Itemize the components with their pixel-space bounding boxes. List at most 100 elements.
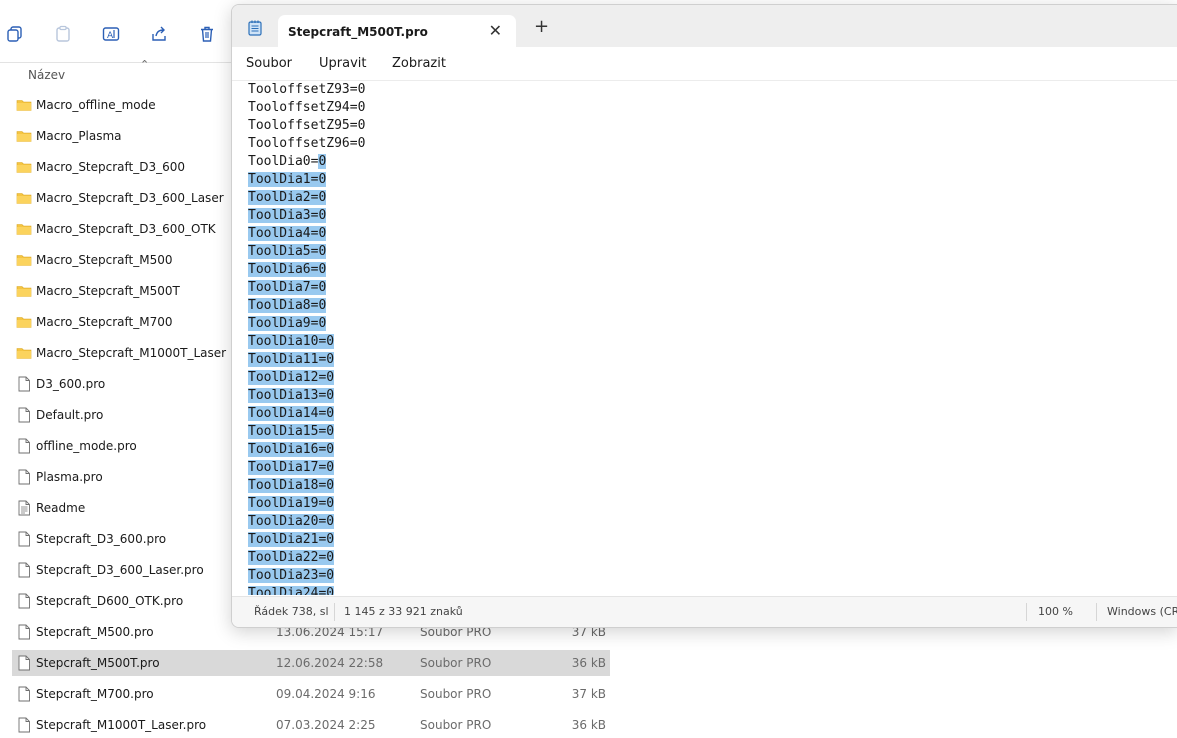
item-name: Stepcraft_M700.pro [36, 687, 154, 701]
item-name: Macro_offline_mode [36, 98, 156, 112]
line-text: ToolоffsetZ94=0 [248, 100, 366, 115]
notepad-window: Stepcraft_M500T.pro ✕ + Soubor Upravit Z… [231, 4, 1177, 628]
delete-icon[interactable] [195, 22, 219, 46]
status-selection-count: 1 145 z 33 921 znaků [344, 605, 463, 618]
paste-icon[interactable] [51, 22, 75, 46]
status-zoom[interactable]: 100 % [1038, 605, 1073, 618]
editor-line: ToolDia9=0 [248, 315, 365, 333]
close-tab-icon[interactable]: ✕ [489, 21, 502, 40]
item-size: 37 kB [571, 687, 606, 701]
notepad-app-icon [248, 20, 262, 36]
file-icon [16, 376, 32, 392]
item-name: Macro_Stepcraft_D3_600_Laser [36, 191, 224, 205]
item-name: Stepcraft_D600_OTK.pro [36, 594, 184, 608]
file-icon [16, 562, 32, 578]
item-name: Stepcraft_M1000T_Laser.pro [36, 718, 207, 732]
status-divider [1026, 603, 1027, 621]
item-name: Macro_Stepcraft_M500T [36, 284, 180, 298]
selected-text: 0 [318, 154, 327, 169]
file-row[interactable]: Stepcraft_M500T.pro 12.06.2024 22:58 Soubo… [12, 650, 610, 676]
share-icon[interactable] [147, 22, 171, 46]
item-name: Plasma.pro [36, 470, 103, 484]
item-name: Stepcraft_D3_600_Laser.pro [36, 563, 204, 577]
editor-line: ToolDia12=0 [248, 369, 365, 387]
selected-text: ToolDia15=0 [248, 424, 335, 439]
editor-line: ToolDia10=0 [248, 333, 365, 351]
selected-text: ToolDia10=0 [248, 334, 335, 349]
editor-line: ToolDia22=0 [248, 549, 365, 567]
file-row[interactable]: Stepcraft_M700.pro 09.04.2024 9:16 Soubor … [12, 681, 610, 707]
selected-text: ToolDia16=0 [248, 442, 335, 457]
selected-text: ToolDia2=0 [248, 190, 327, 205]
editor-line: ToolоffsetZ96=0 [248, 135, 365, 153]
copy-icon[interactable] [3, 22, 27, 46]
item-type: Soubor PRO [420, 718, 492, 732]
folder-icon [16, 159, 32, 175]
selected-text: ToolDia6=0 [248, 262, 327, 277]
file-row[interactable]: Stepcraft_M1000T_Laser.pro 07.03.2024 2:2… [12, 712, 610, 738]
folder-icon [16, 128, 32, 144]
item-name: Readme [36, 501, 86, 515]
editor-line: ToolDia5=0 [248, 243, 365, 261]
item-size: 36 kB [571, 656, 606, 670]
file-icon [16, 407, 32, 423]
rename-icon[interactable]: A [99, 22, 123, 46]
item-date-modified: 12.06.2024 22:58 [276, 656, 384, 670]
selected-text: ToolDia24=0 [248, 586, 335, 595]
selected-text: ToolDia13=0 [248, 388, 335, 403]
file-icon [16, 438, 32, 454]
tab-stepcraft-m500t[interactable]: Stepcraft_M500T.pro ✕ [278, 15, 516, 48]
editor-line: ToolDia20=0 [248, 513, 365, 531]
editor-line: ToolDia7=0 [248, 279, 365, 297]
selected-text: ToolDia12=0 [248, 370, 335, 385]
editor-line: ToolDia24=0 [248, 585, 365, 595]
status-cursor-position: Řádek 738, slo [254, 605, 328, 618]
selected-text: ToolDia19=0 [248, 496, 335, 511]
line-text: ToolоffsetZ93=0 [248, 82, 366, 97]
text-document-icon [16, 500, 32, 516]
item-name: Macro_Stepcraft_M500 [36, 253, 173, 267]
folder-icon [16, 97, 32, 113]
folder-icon [16, 190, 32, 206]
selected-text: ToolDia9=0 [248, 316, 327, 331]
editor-line: ToolDia2=0 [248, 189, 365, 207]
selected-text: ToolDia20=0 [248, 514, 335, 529]
sort-ascending-icon: ⌃ [140, 58, 150, 71]
folder-icon [16, 314, 32, 330]
selected-text: ToolDia23=0 [248, 568, 335, 583]
file-icon [16, 593, 32, 609]
new-tab-button[interactable]: + [534, 18, 549, 36]
selected-text: ToolDia4=0 [248, 226, 327, 241]
file-icon [16, 655, 32, 671]
column-header-name[interactable]: Název [28, 68, 65, 82]
selected-text: ToolDia5=0 [248, 244, 327, 259]
text-editor[interactable]: ToolоffsetZ93=0 ToolоffsetZ94=0 Toolоffset… [232, 81, 1177, 595]
item-name: Macro_Plasma [36, 129, 122, 143]
editor-line: ToolDia21=0 [248, 531, 365, 549]
selected-text: ToolDia8=0 [248, 298, 327, 313]
selected-text: ToolDia22=0 [248, 550, 335, 565]
editor-line: ToolDia0=0 [248, 153, 365, 171]
menu-view[interactable]: Zobrazit [392, 56, 446, 71]
item-name: Stepcraft_D3_600.pro [36, 532, 167, 546]
folder-icon [16, 252, 32, 268]
menu-file[interactable]: Soubor [246, 56, 292, 71]
editor-line: ToolDia19=0 [248, 495, 365, 513]
line-text: ToolоffsetZ96=0 [248, 136, 366, 151]
item-type: Soubor PRO [420, 687, 492, 701]
item-type: Soubor PRO [420, 656, 492, 670]
menu-edit[interactable]: Upravit [319, 56, 366, 71]
item-name: D3_600.pro [36, 377, 106, 391]
status-divider [334, 603, 335, 621]
selected-text: ToolDia18=0 [248, 478, 335, 493]
editor-line: ToolDia11=0 [248, 351, 365, 369]
item-size: 36 kB [571, 718, 606, 732]
svg-text:A: A [107, 31, 114, 41]
editor-line: ToolоffsetZ93=0 [248, 81, 365, 99]
item-date-modified: 07.03.2024 2:25 [276, 718, 376, 732]
notepad-statusbar: Řádek 738, slo 1 145 z 33 921 znaků 100 … [232, 596, 1177, 627]
selected-text: ToolDia3=0 [248, 208, 327, 223]
line-text: ToolDia0= [248, 154, 319, 169]
folder-icon [16, 221, 32, 237]
selected-text: ToolDia17=0 [248, 460, 335, 475]
